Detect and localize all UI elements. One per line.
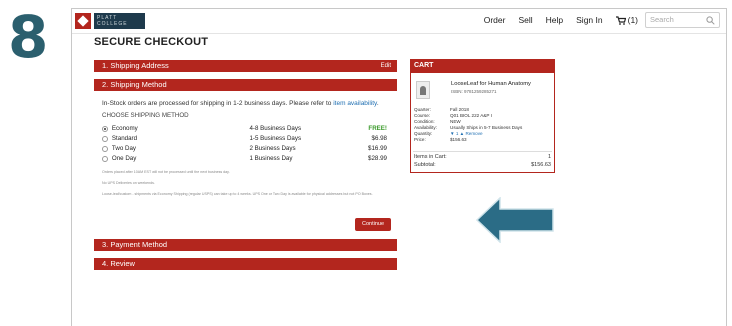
search-icon[interactable] — [706, 16, 715, 25]
step-label: 3. Payment Method — [102, 240, 168, 249]
quantity-stepper[interactable]: ▼ 1 ▲ Remove — [450, 131, 549, 136]
detail-row: Course: Q01 BIOL 222 A&P I — [414, 113, 492, 118]
cart-item-isbn: ISBN: 9781259285271 — [451, 89, 497, 94]
fine-print-cutoff: Orders placed after 10AM EST will not be… — [102, 170, 230, 174]
step-label: 1. Shipping Address — [102, 61, 169, 70]
shopping-cart-icon — [615, 15, 626, 25]
divider — [413, 151, 552, 152]
logo[interactable]: PLATT COLLEGE — [75, 12, 145, 30]
search-input[interactable]: Search — [645, 12, 720, 28]
items-in-cart-row: Items in Cart: 1 — [414, 154, 551, 160]
fine-print-weekends: No UPS Deliveries on weekends. — [102, 181, 155, 185]
book-cover-image[interactable] — [416, 81, 430, 99]
detail-row: Condition: NEW — [414, 119, 461, 124]
method-one-day[interactable]: One Day 1 Business Day $28.99 — [102, 155, 387, 162]
logo-line2: COLLEGE — [97, 21, 128, 27]
browser-frame: PLATT COLLEGE Order Sell Help Sign In (1… — [71, 8, 727, 326]
site-header: PLATT COLLEGE Order Sell Help Sign In (1… — [72, 9, 726, 34]
search-placeholder: Search — [650, 15, 674, 24]
radio-icon[interactable] — [102, 145, 108, 152]
nav-help[interactable]: Help — [546, 15, 563, 25]
fine-print-looseleaf: Loose-leaf/custom - shipments via Econom… — [102, 192, 373, 196]
cart-count: (1) — [627, 15, 638, 25]
detail-row: Quarter: Fall 2018 — [414, 107, 469, 112]
step-label: 4. Review — [102, 259, 135, 268]
detail-row: Availability: Usually Ships in 5-7 Busine… — [414, 125, 523, 130]
page-title: SECURE CHECKOUT — [94, 36, 209, 48]
processing-note: In-Stock orders are processed for shippi… — [102, 100, 379, 107]
subtotal-row: Subtotal: $156.63 — [414, 162, 551, 168]
cart-panel: LooseLeaf for Human Anatomy ISBN: 978125… — [410, 72, 555, 173]
nav-order[interactable]: Order — [484, 15, 506, 25]
step-payment-method[interactable]: 3. Payment Method — [94, 239, 397, 251]
choose-method-label: CHOOSE SHIPPING METHOD — [102, 112, 189, 119]
cart-item-title[interactable]: LooseLeaf for Human Anatomy — [451, 81, 531, 87]
step-number: 8 — [8, 3, 49, 71]
step-review[interactable]: 4. Review — [94, 258, 397, 270]
radio-selected-icon[interactable] — [102, 125, 108, 132]
method-two-day[interactable]: Two Day 2 Business Days $16.99 — [102, 145, 387, 152]
cart-link[interactable]: (1) — [615, 15, 638, 25]
nav-sign-in[interactable]: Sign In — [576, 15, 602, 25]
nav-sell[interactable]: Sell — [518, 15, 532, 25]
arrow-pointer-icon — [476, 197, 554, 243]
top-nav: Order Sell Help Sign In (1) — [484, 15, 638, 25]
detail-row: Price: $156.63 — [414, 137, 467, 142]
step-shipping-method[interactable]: 2. Shipping Method — [94, 79, 397, 91]
method-standard[interactable]: Standard 1-5 Business Days $6.98 — [102, 135, 387, 142]
radio-icon[interactable] — [102, 155, 108, 162]
radio-icon[interactable] — [102, 135, 108, 142]
item-availability-link[interactable]: item availability — [333, 100, 377, 107]
continue-button[interactable]: Continue — [355, 218, 391, 231]
logo-mark-icon — [75, 13, 91, 29]
cart-title: CART — [410, 59, 555, 72]
step-shipping-address[interactable]: 1. Shipping Address Edit — [94, 60, 397, 72]
step-label: 2. Shipping Method — [102, 80, 167, 89]
edit-link[interactable]: Edit — [381, 60, 391, 72]
quantity-row: Quantity: ▼ 1 ▲ Remove — [414, 131, 549, 136]
method-economy[interactable]: Economy 4-8 Business Days FREE! — [102, 125, 387, 132]
